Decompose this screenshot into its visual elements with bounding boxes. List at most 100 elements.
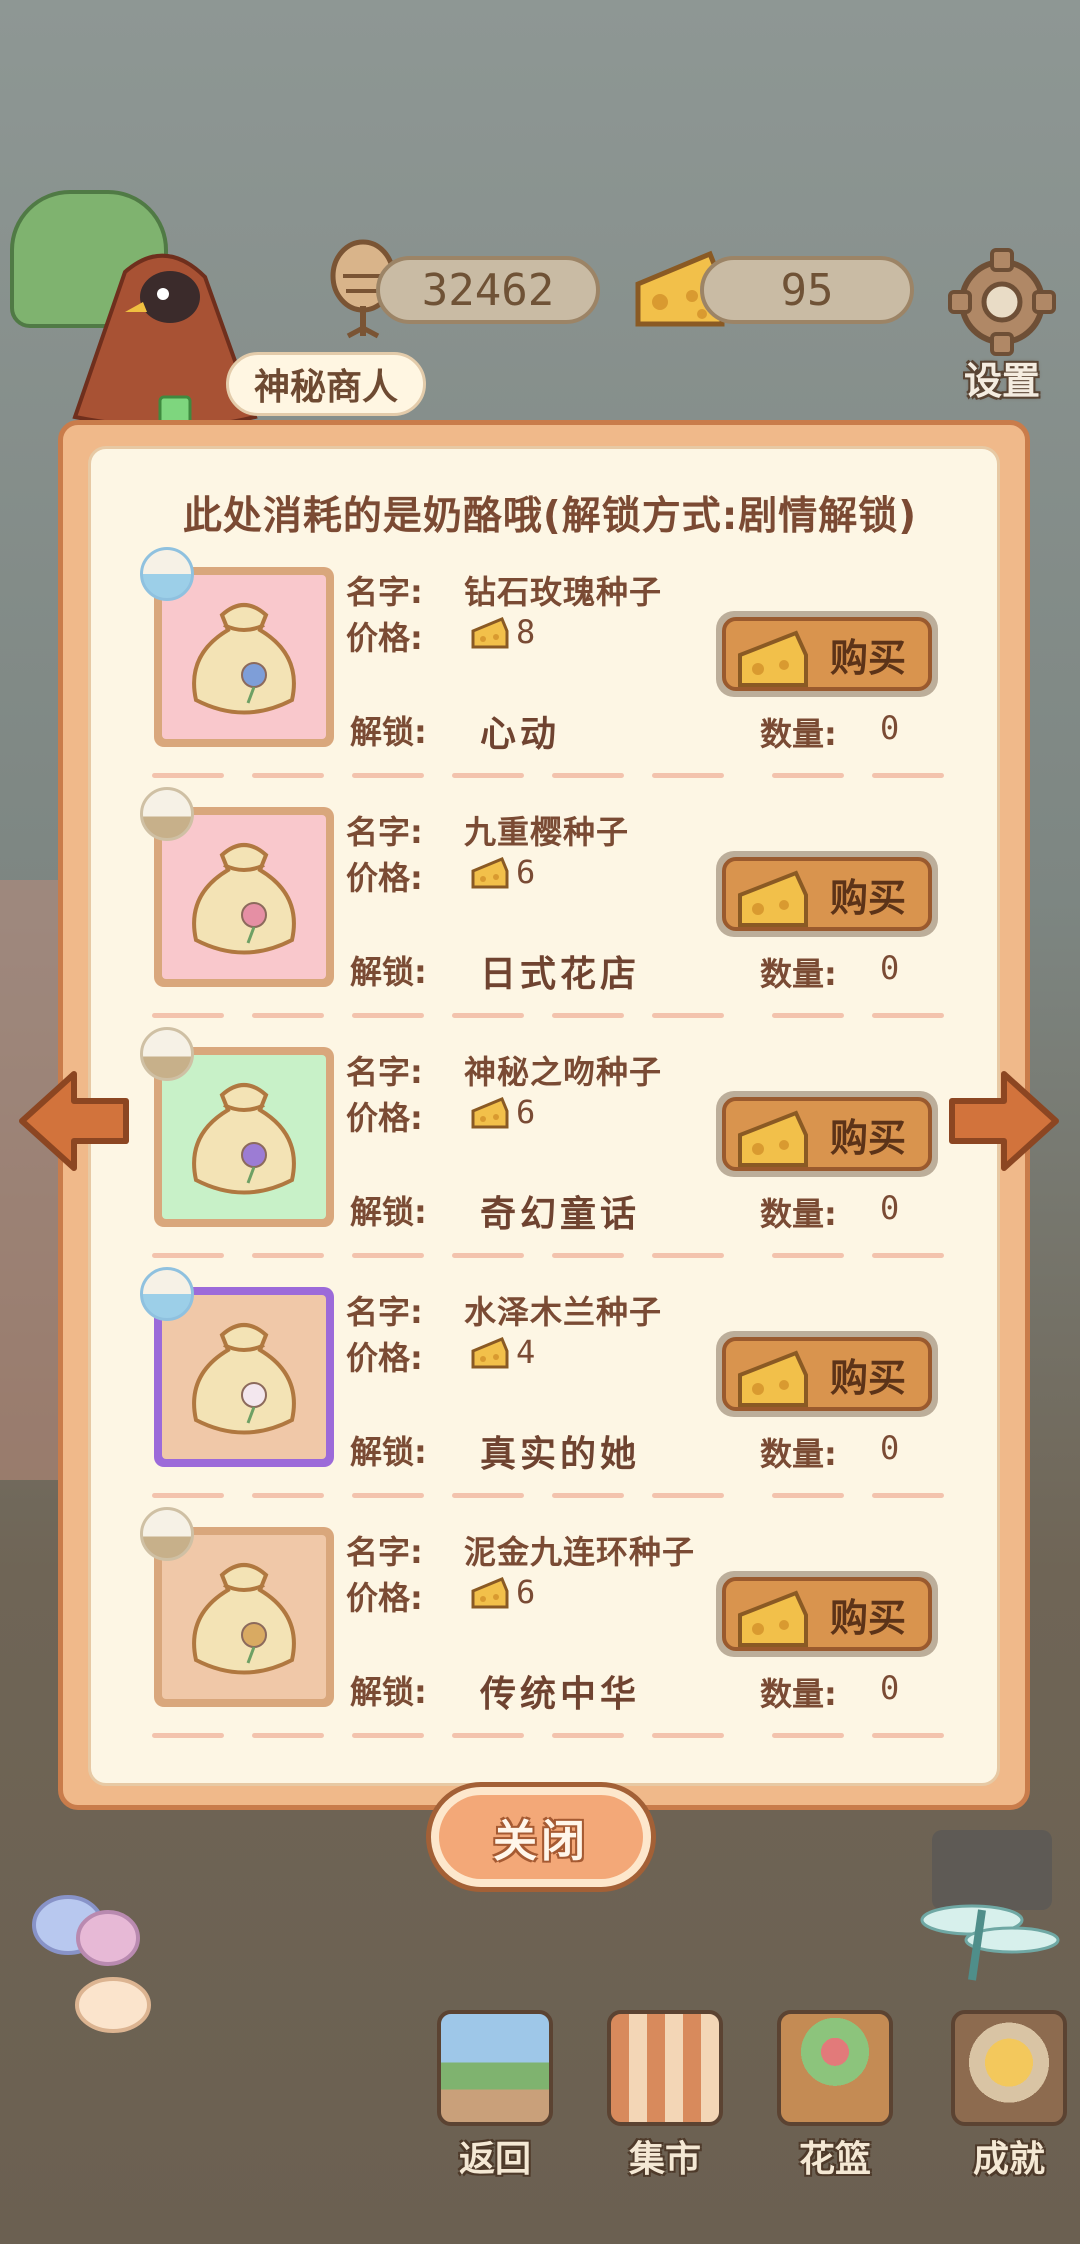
soil-type-badge-icon [140, 1507, 194, 1561]
quantity-label: 数量: [760, 1675, 837, 1713]
trophy-icon [951, 2010, 1067, 2126]
seed-name: 九重樱种子 [464, 813, 630, 851]
seed-bag-icon [192, 1083, 296, 1195]
price-label: 价格: [346, 1099, 423, 1137]
cheese-currency-value: 95 [780, 264, 834, 316]
merchant-name-tag: 神秘商人 [226, 352, 426, 416]
dragonfly-icon [920, 1830, 1060, 1981]
price-label: 价格: [346, 1579, 423, 1617]
buy-button[interactable]: 购买 [716, 851, 938, 937]
buy-button-label: 购买 [829, 635, 906, 680]
nav-flower-basket-label: 花篮 [798, 2139, 871, 2180]
flower-basket-icon [777, 2010, 893, 2126]
nav-market-label: 集市 [628, 2139, 701, 2180]
unlock-requirement: 真实的她 [480, 1434, 641, 1475]
seed-price: 6 [516, 1573, 536, 1611]
unlock-requirement: 心动 [480, 714, 561, 755]
market-stall-icon [607, 2010, 723, 2126]
gear-icon[interactable] [948, 248, 1056, 356]
nav-achievement[interactable]: 成就 [944, 2010, 1074, 2180]
name-label: 名字: [346, 573, 423, 611]
seed-quantity: 0 [880, 949, 900, 987]
seed-name: 神秘之吻种子 [464, 1053, 663, 1091]
seed-item-row: 名字: 九重樱种子 价格: 6 解锁: 日式花店 购买 数量: 0 [120, 787, 960, 1035]
water-type-badge-icon [140, 547, 194, 601]
name-label: 名字: [346, 1533, 423, 1571]
cheese-icon [471, 617, 509, 649]
nav-flower-basket[interactable]: 花篮 [770, 2010, 900, 2180]
name-label: 名字: [346, 813, 423, 851]
seed-name: 水泽木兰种子 [464, 1293, 663, 1331]
unlock-label: 解锁: [350, 1433, 427, 1471]
price-label: 价格: [346, 619, 423, 657]
unlock-label: 解锁: [350, 713, 427, 751]
divider [152, 1253, 952, 1259]
seed-quantity: 0 [880, 1669, 900, 1707]
seed-thumbnail [162, 1295, 326, 1459]
seed-thumbnail [162, 1535, 326, 1699]
unlock-label: 解锁: [350, 1673, 427, 1711]
settings-label[interactable]: 设置 [944, 350, 1060, 405]
unlock-label: 解锁: [350, 953, 427, 991]
cheese-notice-text: 此处消耗的是奶酪哦(解锁方式:剧情解锁) [182, 494, 918, 539]
nav-back-label: 返回 [458, 2139, 531, 2180]
buy-button[interactable]: 购买 [716, 611, 938, 697]
window-door-icon [437, 2010, 553, 2126]
quantity-label: 数量: [760, 955, 837, 993]
cheese-icon [738, 630, 808, 687]
buy-button-inner: 购买 [722, 857, 932, 931]
divider [152, 1493, 952, 1499]
seed-item-row: 名字: 钻石玫瑰种子 价格: 8 解锁: 心动 购买 数量: 0 [120, 547, 960, 795]
seed-price: 4 [516, 1333, 536, 1371]
soil-type-badge-icon [140, 1027, 194, 1081]
cheese-icon [471, 1097, 509, 1129]
buy-button-inner: 购买 [722, 617, 932, 691]
close-button-label: 关闭 [439, 1795, 643, 1879]
seed-item-row: 名字: 神秘之吻种子 价格: 6 解锁: 奇幻童话 购买 数量: 0 [120, 1027, 960, 1275]
unlock-label: 解锁: [350, 1193, 427, 1231]
seed-quantity: 0 [880, 709, 900, 747]
divider [152, 773, 952, 779]
previous-page-arrow-icon[interactable] [14, 1066, 134, 1176]
seed-bag-icon [192, 843, 296, 955]
seed-price: 6 [516, 1093, 536, 1131]
divider [152, 1733, 952, 1739]
price-label: 价格: [346, 859, 423, 897]
seed-quantity: 0 [880, 1189, 900, 1227]
unlock-requirement: 奇幻童话 [480, 1194, 641, 1235]
buy-button[interactable]: 购买 [716, 1331, 938, 1417]
cheese-icon [738, 870, 808, 927]
butterfly-icon [32, 1895, 151, 2033]
seed-bag-icon [192, 603, 296, 715]
seed-item-row: 名字: 泥金九连环种子 价格: 6 解锁: 传统中华 购买 数量: 0 [120, 1507, 960, 1755]
close-button[interactable]: 关闭 [426, 1782, 656, 1892]
soil-type-badge-icon [140, 787, 194, 841]
nav-market[interactable]: 集市 [600, 2010, 730, 2180]
next-page-arrow-icon[interactable] [944, 1066, 1064, 1176]
buy-button[interactable]: 购买 [716, 1571, 938, 1657]
quantity-label: 数量: [760, 715, 837, 753]
seed-thumbnail [162, 1055, 326, 1219]
price-label: 价格: [346, 1339, 423, 1377]
fish-currency-value: 32462 [421, 264, 555, 316]
cheese-icon [471, 1577, 509, 1609]
buy-button-label: 购买 [829, 875, 906, 920]
seed-name: 钻石玫瑰种子 [464, 573, 663, 611]
quantity-label: 数量: [760, 1195, 837, 1233]
quantity-label: 数量: [760, 1435, 837, 1473]
fish-currency-display: 32462 [376, 256, 600, 324]
seed-name: 泥金九连环种子 [464, 1533, 696, 1571]
seed-quantity: 0 [880, 1429, 900, 1467]
buy-button-inner: 购买 [722, 1097, 932, 1171]
water-type-badge-icon [140, 1267, 194, 1321]
name-label: 名字: [346, 1293, 423, 1331]
buy-button-label: 购买 [829, 1595, 906, 1640]
nav-back[interactable]: 返回 [430, 2010, 560, 2180]
divider [152, 1013, 952, 1019]
seed-bag-icon [192, 1563, 296, 1675]
cheese-icon [738, 1350, 808, 1407]
name-label: 名字: [346, 1053, 423, 1091]
cheese-currency-display: 95 [700, 256, 914, 324]
nav-achievement-label: 成就 [972, 2139, 1045, 2180]
buy-button[interactable]: 购买 [716, 1091, 938, 1177]
